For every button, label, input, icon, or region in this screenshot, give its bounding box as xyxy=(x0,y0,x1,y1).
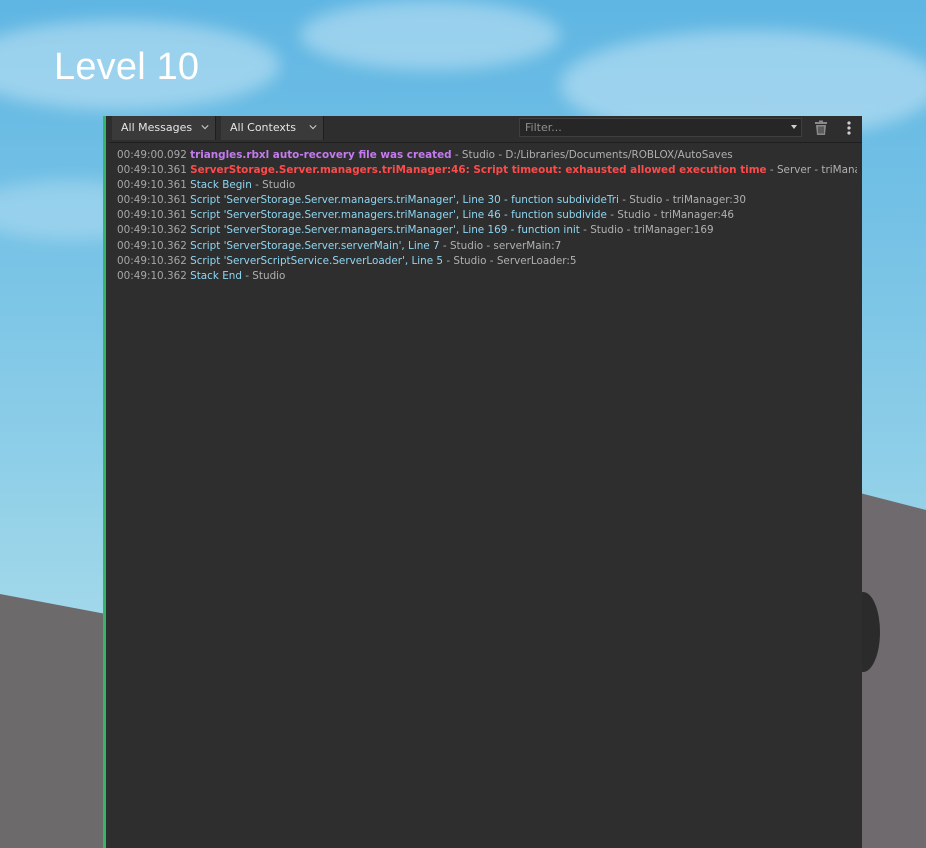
log-entry[interactable]: 00:49:10.361 ServerStorage.Server.manage… xyxy=(117,163,857,178)
log-source: - Studio - triManager:169 xyxy=(579,224,714,237)
log-entry[interactable]: 00:49:10.361 Script 'ServerStorage.Serve… xyxy=(117,193,857,208)
output-log: 00:49:00.092 triangles.rbxl auto-recover… xyxy=(117,148,857,284)
more-vertical-icon[interactable] xyxy=(842,119,856,137)
log-timestamp: 00:49:10.362 xyxy=(117,269,187,282)
context-dropdown-label: All Contexts xyxy=(230,121,296,134)
log-entry[interactable]: 00:49:10.362 Script 'ServerStorage.Serve… xyxy=(117,239,857,254)
log-message: Script 'ServerScriptService.ServerLoader… xyxy=(190,254,444,267)
log-entry[interactable]: 00:49:10.362 Script 'ServerScriptService… xyxy=(117,254,857,269)
output-window: All Messages All Contexts Filter... 00:4… xyxy=(103,116,862,848)
output-toolbar: All Messages All Contexts xyxy=(109,116,862,143)
log-timestamp: 00:49:10.362 xyxy=(117,254,187,267)
log-source: - Studio xyxy=(241,269,286,282)
log-message: Script 'ServerStorage.Server.managers.tr… xyxy=(190,209,607,222)
trash-icon[interactable] xyxy=(811,118,831,138)
context-dropdown[interactable]: All Contexts xyxy=(221,116,324,140)
cloud xyxy=(300,0,560,70)
log-source: - Studio xyxy=(251,179,296,192)
game-viewport: Level 10 All Messages All Contexts Filte… xyxy=(0,0,926,848)
filter-dropdown-caret-icon[interactable] xyxy=(791,125,797,129)
log-source: - Studio - ServerLoader:5 xyxy=(443,254,577,267)
log-message: Stack End xyxy=(190,269,242,282)
level-title: Level 10 xyxy=(54,46,200,88)
log-source: - Studio - serverMain:7 xyxy=(439,239,562,252)
ground-terrain xyxy=(0,594,110,848)
log-message: Script 'ServerStorage.Server.serverMain'… xyxy=(190,239,440,252)
log-source: - Studio - D:/Libraries/Documents/ROBLOX… xyxy=(451,149,733,161)
log-entry[interactable]: 00:49:00.092 triangles.rbxl auto-recover… xyxy=(117,148,857,163)
log-timestamp: 00:49:10.361 xyxy=(117,164,187,177)
log-timestamp: 00:49:00.092 xyxy=(117,149,187,161)
log-message: Stack Begin xyxy=(190,179,252,192)
log-timestamp: 00:49:10.362 xyxy=(117,239,187,252)
log-message: Script 'ServerStorage.Server.managers.tr… xyxy=(190,224,580,237)
log-message: triangles.rbxl auto-recovery file was cr… xyxy=(190,149,452,161)
log-timestamp: 00:49:10.361 xyxy=(117,179,187,192)
log-entry[interactable]: 00:49:10.361 Stack Begin - Studio xyxy=(117,178,857,193)
log-timestamp: 00:49:10.361 xyxy=(117,194,187,207)
log-entry[interactable]: 00:49:10.361 Script 'ServerStorage.Serve… xyxy=(117,208,857,223)
log-message: Script 'ServerStorage.Server.managers.tr… xyxy=(190,194,619,207)
filter-box xyxy=(519,118,802,137)
message-type-dropdown[interactable]: All Messages xyxy=(112,116,216,140)
chevron-down-icon xyxy=(201,125,209,130)
log-entry[interactable]: 00:49:10.362 Script 'ServerStorage.Serve… xyxy=(117,223,857,238)
log-entry[interactable]: 00:49:10.362 Stack End - Studio xyxy=(117,269,857,284)
log-timestamp: 00:49:10.361 xyxy=(117,209,187,222)
log-source: - Server - triManager:30 xyxy=(769,164,857,177)
filter-input[interactable] xyxy=(520,119,780,136)
chevron-down-icon xyxy=(309,125,317,130)
log-message: ServerStorage.Server.managers.triManager… xyxy=(190,164,767,177)
message-type-dropdown-label: All Messages xyxy=(121,121,193,134)
log-source: - Studio - triManager:46 xyxy=(606,209,735,222)
log-source: - Studio - triManager:30 xyxy=(618,194,747,207)
log-timestamp: 00:49:10.362 xyxy=(117,224,187,237)
